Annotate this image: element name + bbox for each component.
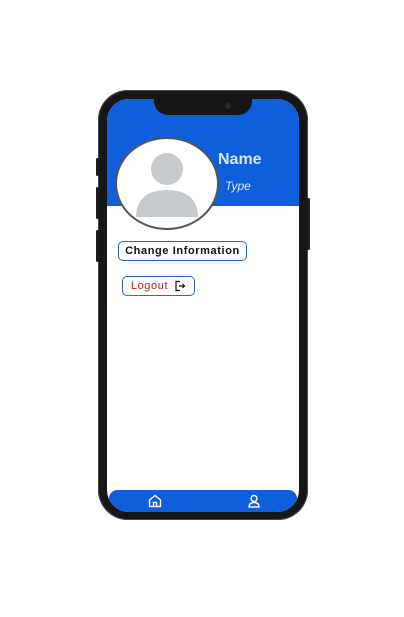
app-screen: Name Type Change Information Logout — [107, 99, 299, 512]
change-information-label: Change Information — [125, 245, 240, 257]
bottom-navigation — [109, 490, 297, 512]
phone-side-button — [96, 158, 99, 176]
logout-icon — [175, 280, 186, 292]
phone-side-button — [307, 198, 310, 250]
home-icon[interactable] — [147, 493, 163, 509]
avatar[interactable] — [115, 137, 219, 230]
change-information-button[interactable]: Change Information — [118, 241, 247, 261]
phone-notch — [154, 99, 252, 115]
user-placeholder-icon — [136, 153, 198, 217]
front-camera — [225, 103, 231, 109]
phone-side-button — [96, 187, 99, 219]
phone-side-button — [96, 230, 99, 262]
user-icon[interactable] — [246, 493, 262, 509]
logout-label: Logout — [130, 280, 169, 292]
profile-name: Name — [218, 151, 262, 168]
profile-type: Type — [225, 179, 251, 193]
logout-button[interactable]: Logout — [122, 276, 195, 296]
